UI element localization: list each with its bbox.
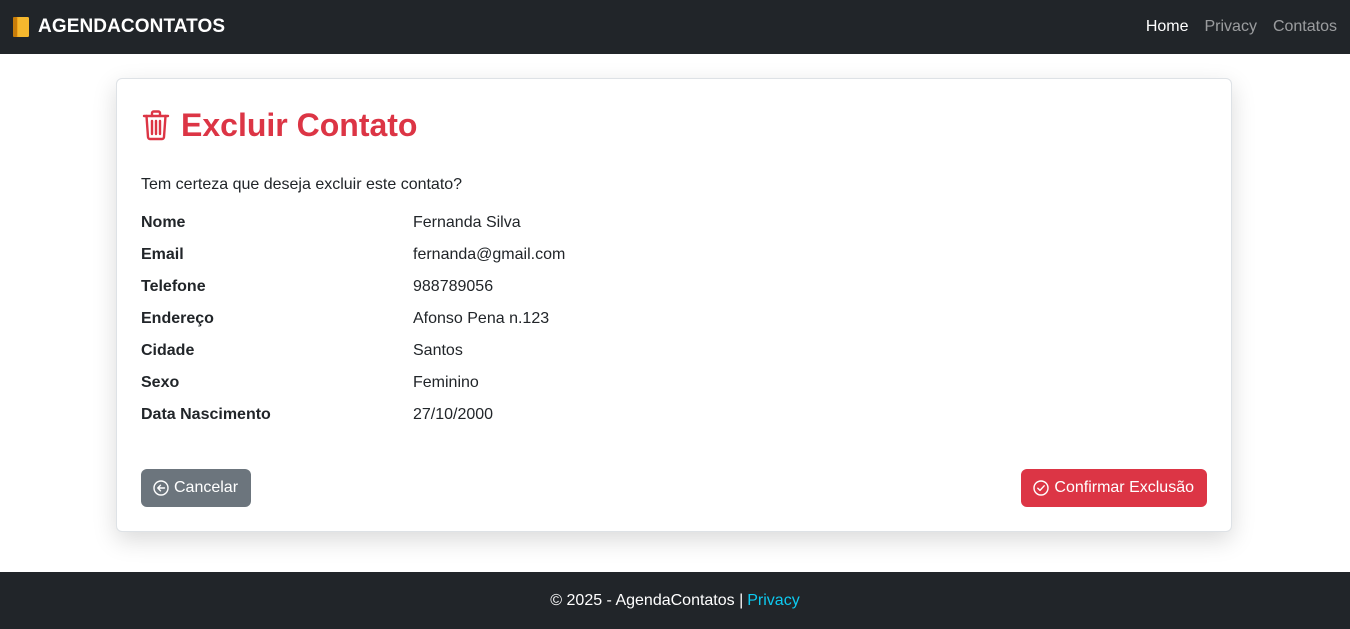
detail-row-cidade: Cidade Santos bbox=[141, 335, 1207, 367]
cancel-button[interactable]: Cancelar bbox=[141, 469, 252, 507]
detail-label: Telefone bbox=[141, 278, 206, 295]
detail-label: Email bbox=[141, 246, 184, 263]
detail-value: fernanda@gmail.com bbox=[413, 246, 566, 263]
contact-details: Nome Fernanda Silva Email fernanda@gmail… bbox=[141, 207, 1207, 431]
detail-value: Fernanda Silva bbox=[413, 214, 521, 231]
detail-row-data-nascimento: Data Nascimento 27/10/2000 bbox=[141, 399, 1207, 431]
arrow-left-circle-icon bbox=[153, 480, 169, 496]
detail-label: Sexo bbox=[141, 374, 180, 391]
confirm-delete-button[interactable]: Confirmar Exclusão bbox=[1021, 469, 1207, 507]
detail-label: Nome bbox=[141, 214, 186, 231]
confirmation-question: Tem certeza que deseja excluir este cont… bbox=[141, 176, 463, 193]
detail-label: Endereço bbox=[141, 310, 214, 327]
detail-value: 988789056 bbox=[413, 278, 494, 295]
cancel-label: Cancelar bbox=[174, 479, 239, 496]
detail-label: Data Nascimento bbox=[141, 406, 271, 423]
page-title: Excluir Contato bbox=[181, 106, 418, 143]
title-row: Excluir Contato bbox=[141, 103, 1207, 147]
detail-value: Feminino bbox=[413, 374, 479, 391]
check-circle-icon bbox=[1033, 480, 1050, 496]
detail-value: Afonso Pena n.123 bbox=[413, 310, 550, 327]
detail-row-endereco: Endereço Afonso Pena n.123 bbox=[141, 303, 1207, 335]
detail-row-telefone: Telefone 988789056 bbox=[141, 271, 1207, 303]
nav-links: Home Privacy Contatos bbox=[1146, 18, 1337, 36]
detail-value: 27/10/2000 bbox=[413, 406, 494, 423]
trash-icon bbox=[141, 109, 171, 141]
delete-contact-card: Excluir Contato Tem certeza que deseja e… bbox=[116, 78, 1232, 532]
brand-text: AGENDACONTATOS bbox=[38, 16, 226, 37]
notebook-icon bbox=[12, 16, 30, 38]
brand-link[interactable]: AGENDACONTATOS bbox=[12, 16, 225, 38]
detail-label: Cidade bbox=[141, 342, 195, 359]
footer-privacy-link[interactable]: Privacy bbox=[747, 592, 799, 610]
detail-value: Santos bbox=[413, 342, 463, 359]
footer: © 2025 - AgendaContatos | Privacy bbox=[0, 572, 1350, 629]
detail-row-nome: Nome Fernanda Silva bbox=[141, 207, 1207, 239]
detail-row-sexo: Sexo Feminino bbox=[141, 367, 1207, 399]
nav-link-contatos[interactable]: Contatos bbox=[1273, 18, 1337, 36]
confirm-delete-label: Confirmar Exclusão bbox=[1054, 479, 1194, 496]
detail-row-email: Email fernanda@gmail.com bbox=[141, 239, 1207, 271]
footer-copyright: © 2025 - AgendaContatos | bbox=[550, 591, 744, 609]
nav-link-home[interactable]: Home bbox=[1146, 18, 1189, 36]
nav-link-privacy[interactable]: Privacy bbox=[1205, 18, 1257, 36]
form-actions: Cancelar Confirmar Exclusão bbox=[141, 469, 1207, 507]
navbar: AGENDACONTATOS Home Privacy Contatos bbox=[0, 0, 1350, 54]
